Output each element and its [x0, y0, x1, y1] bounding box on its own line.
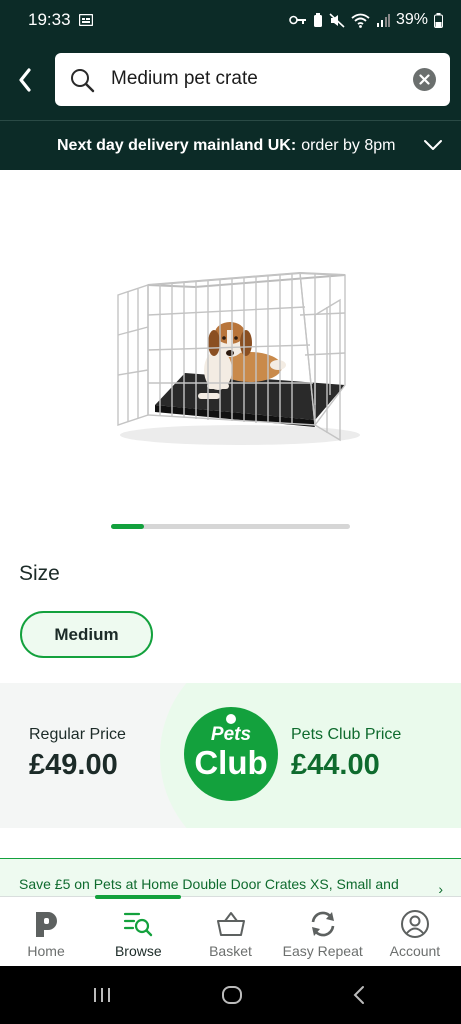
regular-price: £49.00	[29, 749, 118, 781]
nav-basket[interactable]: Basket	[184, 897, 276, 966]
image-carousel-progress	[111, 524, 144, 529]
bottom-navigation: Home Browse Basket Easy Repeat Account	[0, 895, 461, 966]
nav-basket-label: Basket	[209, 943, 252, 959]
size-option-medium[interactable]: Medium	[20, 611, 153, 658]
chevron-left-icon	[353, 986, 364, 1004]
club-price: £44.00	[291, 749, 380, 781]
system-back-button[interactable]	[352, 985, 366, 1010]
promo-text: Save £5 on Pets at Home Double Door Crat…	[19, 876, 399, 892]
basket-icon	[216, 909, 246, 939]
clear-search-button[interactable]	[413, 68, 436, 91]
product-image[interactable]	[100, 255, 360, 450]
home-circle-icon	[222, 986, 242, 1004]
image-carousel-track	[111, 524, 350, 529]
nav-browse[interactable]: Browse	[92, 895, 184, 966]
nav-home-label: Home	[27, 943, 65, 959]
chevron-right-icon: ›	[438, 881, 443, 896]
status-bar: 19:33 39%	[0, 0, 461, 40]
nav-account[interactable]: Account	[369, 897, 461, 966]
promo-banner[interactable]: Save £5 on Pets at Home Double Door Crat…	[0, 858, 461, 896]
nav-account-label: Account	[389, 943, 441, 959]
back-button[interactable]	[10, 62, 40, 98]
pets-club-logo-top: Pets	[210, 724, 252, 745]
battery-saver-icon	[313, 12, 323, 28]
search-header: Medium pet crate	[0, 40, 461, 120]
club-price-label: Pets Club Price	[291, 726, 402, 743]
recent-apps-icon	[94, 988, 110, 1002]
wifi-icon	[351, 13, 370, 28]
regular-price-label: Regular Price	[29, 726, 126, 743]
status-time: 19:33	[28, 10, 71, 29]
delivery-title: Next day delivery mainland UK:	[57, 136, 297, 154]
calendar-icon	[78, 14, 93, 26]
repeat-icon	[308, 909, 338, 939]
home-button[interactable]	[221, 985, 243, 1010]
nav-home[interactable]: Home	[0, 897, 92, 966]
key-icon	[289, 15, 307, 25]
pets-club-logo-bottom: Club	[194, 744, 268, 781]
browse-search-icon	[123, 909, 153, 939]
chevron-left-icon	[19, 68, 31, 92]
recent-apps-button[interactable]	[92, 985, 112, 1010]
mute-icon	[329, 12, 345, 28]
active-tab-indicator	[95, 895, 182, 899]
size-heading: Size	[19, 562, 60, 585]
price-section: Regular Price £49.00 Pets Club Pets Club…	[0, 683, 461, 828]
search-input[interactable]: Medium pet crate	[55, 53, 450, 106]
nav-easy-repeat[interactable]: Easy Repeat	[277, 897, 369, 966]
search-icon	[69, 67, 95, 98]
battery-level: 39%	[395, 11, 428, 28]
search-query: Medium pet crate	[111, 68, 258, 89]
pets-club-logo: Pets Club	[184, 707, 278, 801]
dog-crate-image	[117, 271, 360, 445]
account-icon	[400, 909, 430, 939]
delivery-banner[interactable]: Next day delivery mainland UK: order by …	[0, 120, 461, 170]
delivery-cutoff: order by 8pm	[301, 136, 396, 154]
close-icon	[419, 74, 430, 85]
chevron-down-icon[interactable]	[423, 138, 443, 156]
signal-icon	[376, 13, 390, 27]
nav-browse-label: Browse	[114, 943, 162, 959]
battery-icon	[434, 12, 443, 28]
system-navigation-bar	[0, 966, 461, 1024]
nav-easy-repeat-label: Easy Repeat	[282, 943, 363, 959]
pets-at-home-logo-icon	[31, 909, 61, 939]
